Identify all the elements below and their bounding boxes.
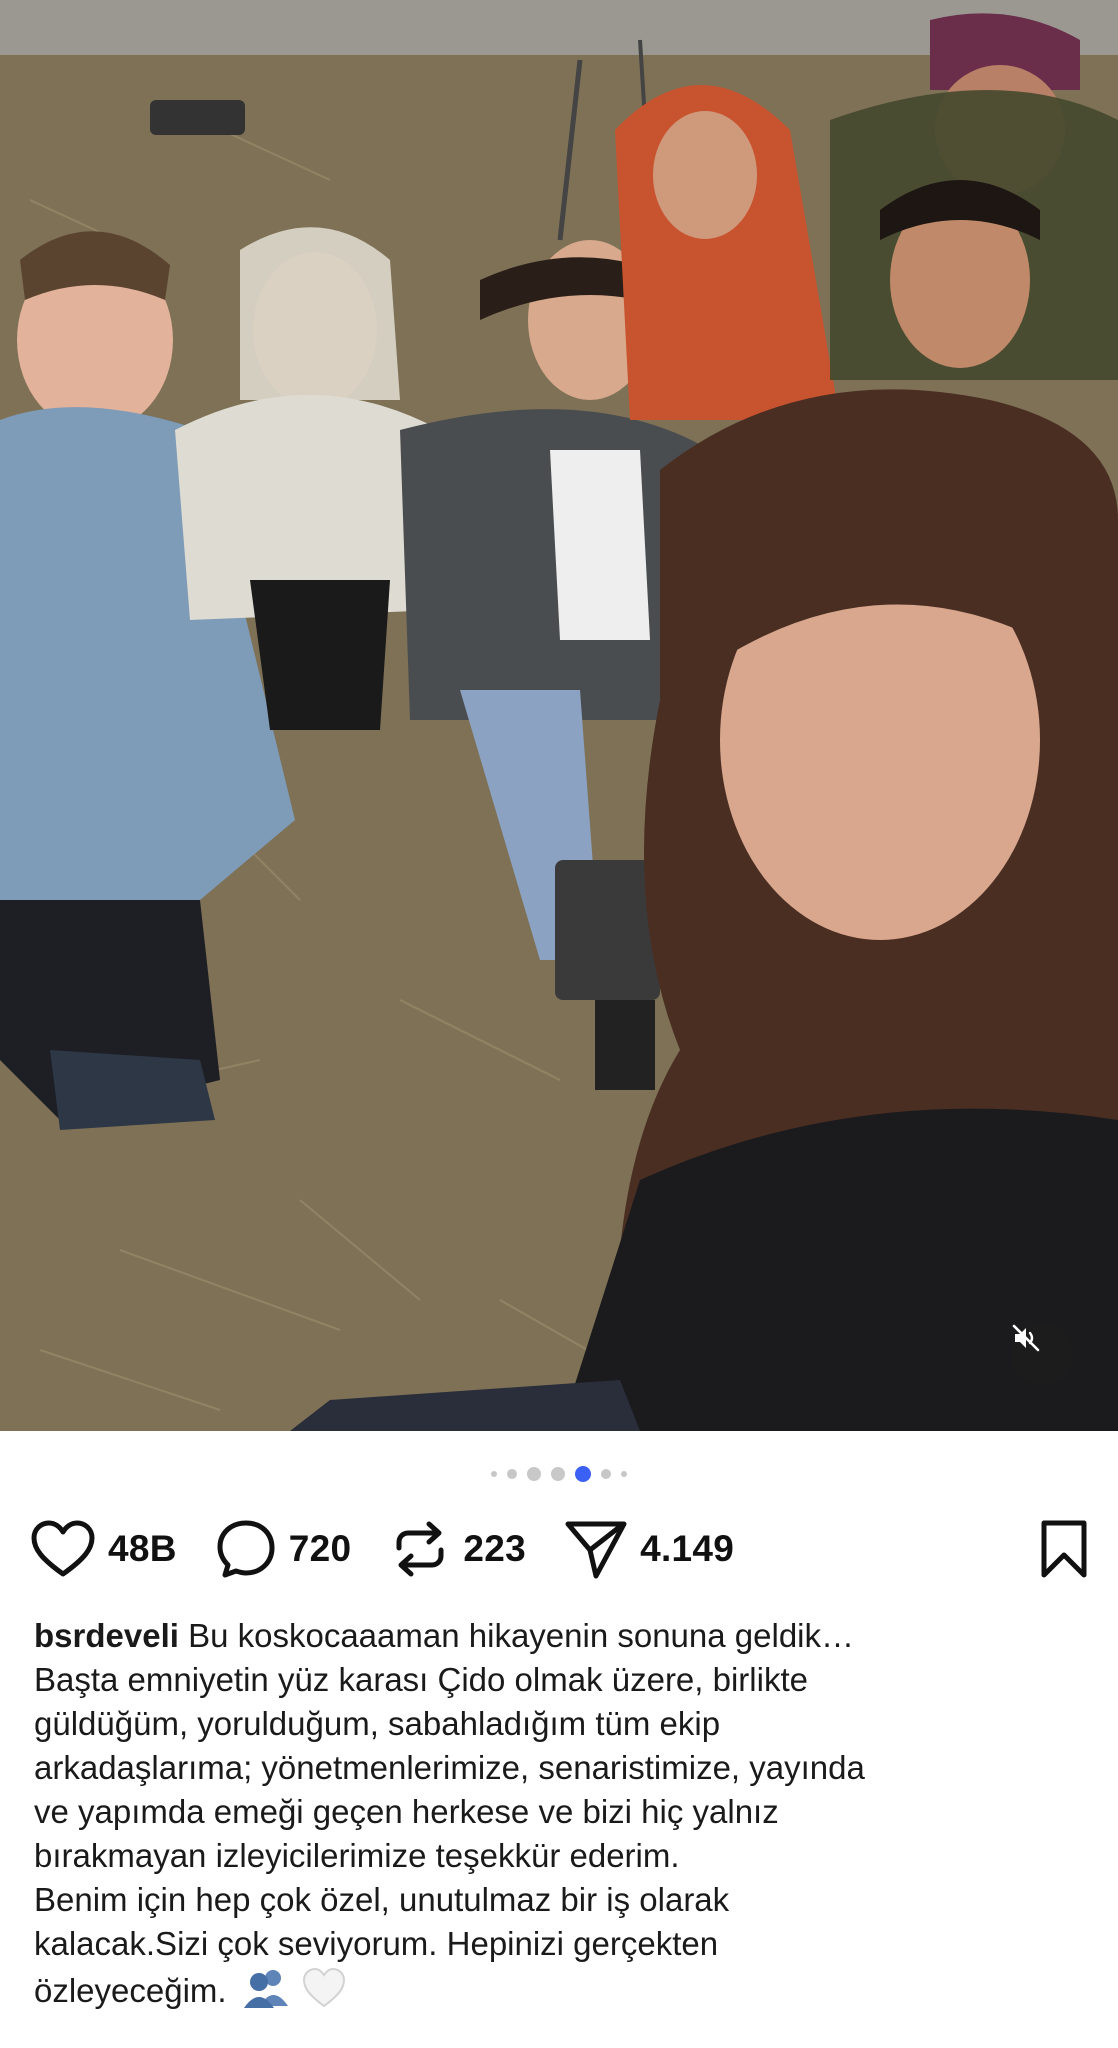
- repost-icon: [396, 1521, 444, 1577]
- carousel-dot: [601, 1469, 611, 1479]
- carousel-dot: [551, 1467, 565, 1481]
- caption-first-line: Bu koskocaaaman hikayenin sonuna geldik…: [188, 1617, 855, 1654]
- heart-icon: [31, 1520, 95, 1577]
- white-heart-icon: [302, 1967, 345, 2008]
- action-bar: 48B 720 223 4.149: [30, 1515, 1090, 1583]
- repost-count: 223: [463, 1528, 527, 1569]
- carousel-dot: [527, 1467, 541, 1481]
- caption-line: güldüğüm, yorulduğum, sabahladığım tüm e…: [34, 1705, 721, 1742]
- share-button[interactable]: 4.149: [564, 1518, 734, 1580]
- caption-line: Başta emniyetin yüz karası Çido olmak üz…: [34, 1661, 808, 1698]
- send-icon: [565, 1521, 627, 1579]
- mute-button[interactable]: [1011, 1323, 1073, 1385]
- post-caption: bsrdeveli Bu koskocaaaman hikayenin sonu…: [34, 1614, 1094, 2021]
- carousel-dot-active: [575, 1466, 591, 1482]
- carousel-dot: [507, 1469, 517, 1479]
- caption-line: kalacak.Sizi çok seviyorum. Hepinizi ger…: [34, 1925, 719, 1962]
- busts-in-silhouette-icon: [243, 1970, 288, 2008]
- caption-last-line: özleyeceğim.: [34, 1972, 227, 2010]
- comment-bubble-icon: [217, 1520, 275, 1578]
- caption-line: ve yapımda emeği geçen herkese ve bizi h…: [34, 1793, 779, 1830]
- comment-count: 720: [288, 1528, 352, 1569]
- carousel-dot: [491, 1471, 497, 1477]
- speaker-muted-icon: [1012, 1324, 1040, 1352]
- like-button[interactable]: 48B: [30, 1519, 177, 1579]
- comment-button[interactable]: 720: [215, 1518, 352, 1580]
- group-selfie-photo: [0, 0, 1118, 1431]
- caption-line: Benim için hep çok özel, unutulmaz bir i…: [34, 1881, 730, 1918]
- caption-line: arkadaşlarıma; yönetmenlerimize, senaris…: [34, 1749, 865, 1786]
- caption-username[interactable]: bsrdeveli: [34, 1617, 179, 1654]
- bookmark-icon: [1041, 1520, 1087, 1578]
- share-count: 4.149: [640, 1528, 735, 1569]
- repost-button[interactable]: 223: [389, 1518, 526, 1580]
- carousel-dot: [621, 1471, 627, 1477]
- carousel-indicator: [0, 1466, 1118, 1482]
- post-photo[interactable]: [0, 0, 1118, 1431]
- save-button[interactable]: [1038, 1519, 1090, 1584]
- caption-line: bırakmayan izleyicilerimize teşekkür ede…: [34, 1837, 680, 1874]
- like-count: 48B: [108, 1528, 177, 1569]
